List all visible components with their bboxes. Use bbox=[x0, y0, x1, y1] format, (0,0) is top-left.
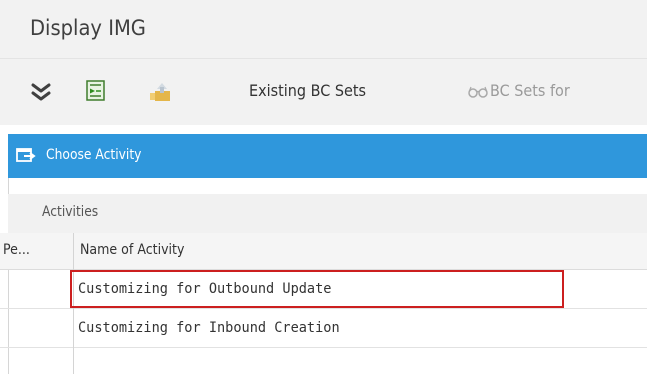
activity-name[interactable]: Customizing for Inbound Creation bbox=[78, 320, 340, 336]
double-chevron-down-icon[interactable] bbox=[30, 81, 52, 103]
window-title: Display IMG bbox=[30, 16, 146, 40]
choose-activity-header: Choose Activity bbox=[8, 134, 647, 178]
toolbar: Existing BC Sets BC Sets for bbox=[0, 58, 647, 125]
execute-icon[interactable] bbox=[85, 79, 107, 103]
tab-activities[interactable]: Activities bbox=[8, 194, 647, 233]
activity-name[interactable]: Customizing for Outbound Update bbox=[78, 281, 331, 297]
folder-icon[interactable] bbox=[148, 79, 172, 103]
choose-activity-icon bbox=[16, 148, 36, 162]
table-header: Pe... Name of Activity bbox=[0, 233, 647, 270]
column-header-name-of-activity[interactable]: Name of Activity bbox=[80, 242, 184, 258]
existing-bc-sets-button[interactable]: Existing BC Sets bbox=[249, 81, 366, 100]
column-header-pe[interactable]: Pe... bbox=[3, 242, 30, 258]
column-divider bbox=[73, 233, 74, 374]
glasses-icon bbox=[468, 86, 488, 98]
tab-activities-label: Activities bbox=[42, 204, 99, 220]
table-row[interactable]: Customizing for Inbound Creation bbox=[0, 309, 647, 348]
table-row[interactable]: Customizing for Outbound Update bbox=[0, 270, 647, 309]
choose-activity-title: Choose Activity bbox=[46, 147, 142, 163]
title-bar: Display IMG bbox=[0, 0, 647, 58]
bc-sets-for-button[interactable]: BC Sets for bbox=[490, 81, 570, 100]
